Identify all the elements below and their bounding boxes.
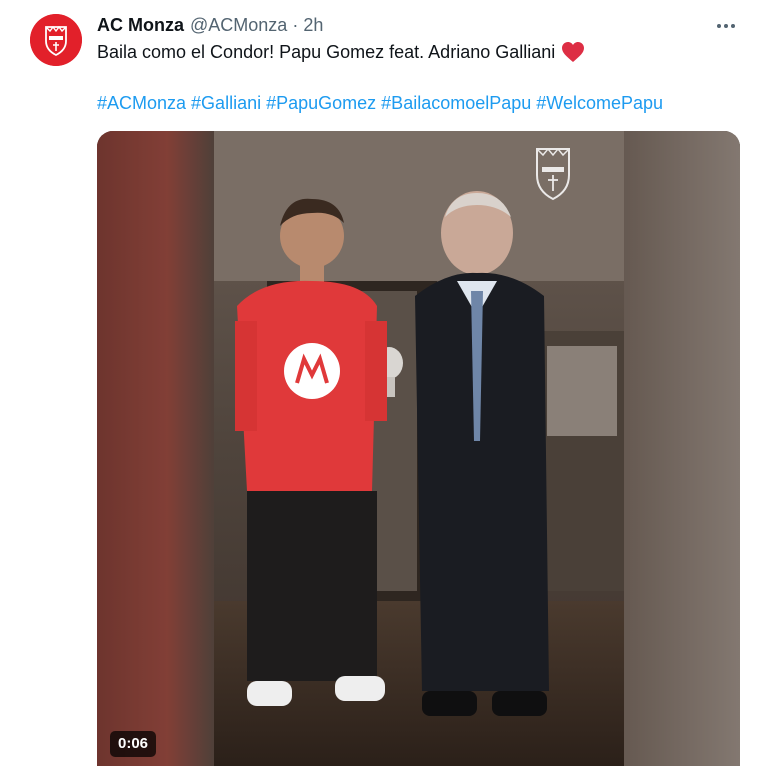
- hashtag-link[interactable]: #Galliani: [191, 93, 261, 114]
- tweet-card[interactable]: AC Monza @ACMonza · 2h Baila como el Con…: [0, 0, 774, 766]
- avatar[interactable]: [30, 14, 82, 66]
- more-horizontal-icon: [717, 24, 735, 28]
- user-handle[interactable]: @ACMonza: [190, 15, 287, 36]
- more-options-button[interactable]: [712, 12, 740, 40]
- video-frame: [97, 131, 740, 766]
- hashtag-list: #ACMonza #Galliani #PapuGomez #Bailacomo…: [97, 91, 668, 115]
- tweet-text: Baila como el Condor! Papu Gomez feat. A…: [97, 40, 585, 64]
- separator-dot: ·: [292, 14, 299, 35]
- timestamp[interactable]: 2h: [303, 15, 323, 36]
- tweet-text-body: Baila como el Condor! Papu Gomez feat. A…: [97, 41, 556, 62]
- video-player[interactable]: [97, 131, 740, 766]
- display-name[interactable]: AC Monza: [97, 15, 184, 36]
- tweet-header: AC Monza @ACMonza · 2h: [97, 13, 323, 37]
- hashtag-link[interactable]: #ACMonza: [97, 93, 186, 114]
- hashtag-link[interactable]: #PapuGomez: [266, 93, 376, 114]
- heart-emoji-icon: [561, 41, 585, 63]
- hashtag-link[interactable]: #WelcomePapu: [536, 93, 663, 114]
- monza-crest-icon: [30, 14, 82, 66]
- hashtag-link[interactable]: #BailacomoelPapu: [381, 93, 531, 114]
- video-duration-badge: 0:06: [110, 731, 157, 757]
